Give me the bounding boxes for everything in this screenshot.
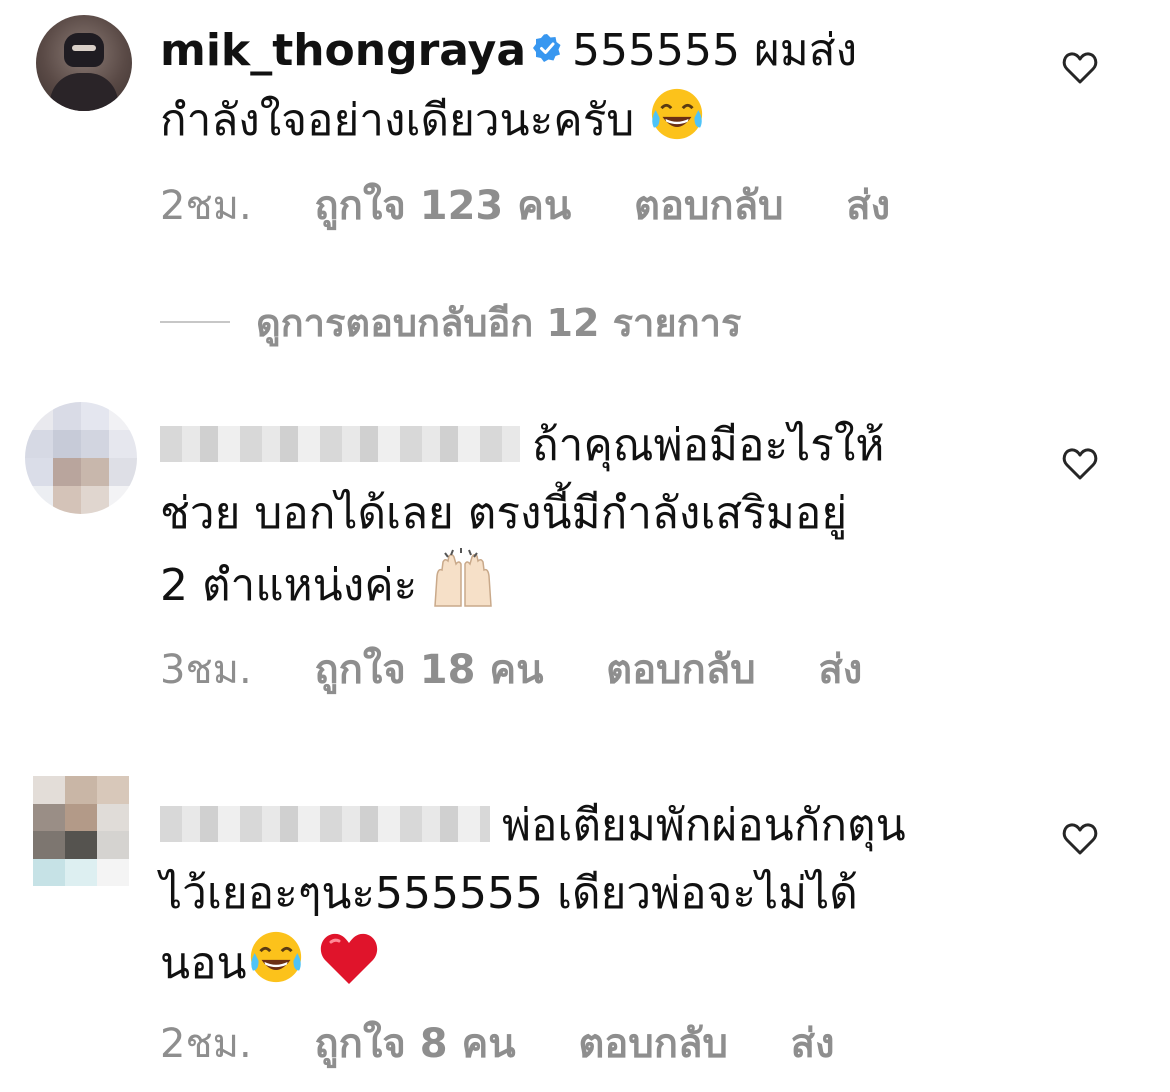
comment-body: พ่อเตียมพักผ่อนกักตุน ไว้เยอะๆนะ555555 เ… <box>160 792 1020 998</box>
reply-button[interactable]: ตอบกลับ <box>606 647 756 693</box>
view-replies-button[interactable]: ดูการตอบกลับอีก 12 รายการ <box>160 296 741 348</box>
divider-line <box>160 321 230 323</box>
red-heart-icon <box>320 933 377 984</box>
reply-button[interactable]: ตอบกลับ <box>578 1021 728 1067</box>
heart-icon[interactable] <box>1060 819 1100 859</box>
like-count-link[interactable]: ถูกใจ 123 คน <box>314 183 571 229</box>
comment-body: ถ้าคุณพ่อมีอะไรให้ ช่วย บอกได้เลย ตรงนี้… <box>160 412 1020 620</box>
avatar[interactable] <box>36 15 132 111</box>
comment-time: 2ชม. <box>160 183 252 229</box>
face-with-tears-of-joy-icon <box>652 88 703 140</box>
heart-icon[interactable] <box>1060 444 1100 484</box>
send-button[interactable]: ส่ง <box>791 1021 835 1067</box>
username-link[interactable] <box>160 806 490 842</box>
verified-badge-icon <box>533 34 561 62</box>
username-link[interactable]: mik_thongraya <box>160 25 526 76</box>
comment-meta: 3ชม. ถูกใจ 18 คน ตอบกลับ ส่ง <box>160 646 912 694</box>
face-with-tears-of-joy-icon <box>250 931 301 983</box>
comment-meta: 2ชม. ถูกใจ 123 คน ตอบกลับ ส่ง <box>160 182 940 230</box>
comment-meta: 2ชม. ถูกใจ 8 คน ตอบกลับ ส่ง <box>160 1020 885 1068</box>
heart-icon[interactable] <box>1060 48 1100 88</box>
send-button[interactable]: ส่ง <box>818 647 862 693</box>
raising-hands-icon <box>434 548 493 607</box>
comment-time: 3ชม. <box>160 647 252 693</box>
view-replies-label: ดูการตอบกลับอีก 12 รายการ <box>256 300 742 345</box>
reply-button[interactable]: ตอบกลับ <box>634 183 784 229</box>
avatar[interactable] <box>25 402 137 514</box>
username-link[interactable] <box>160 426 520 462</box>
comment-time: 2ชม. <box>160 1021 252 1067</box>
avatar[interactable] <box>33 776 129 886</box>
like-count-link[interactable]: ถูกใจ 18 คน <box>314 647 543 693</box>
comment-body: mik_thongraya 555555 ผมส่ง กำลังใจอย่างเด… <box>160 17 1020 155</box>
like-count-link[interactable]: ถูกใจ 8 คน <box>314 1021 515 1067</box>
send-button[interactable]: ส่ง <box>846 183 890 229</box>
